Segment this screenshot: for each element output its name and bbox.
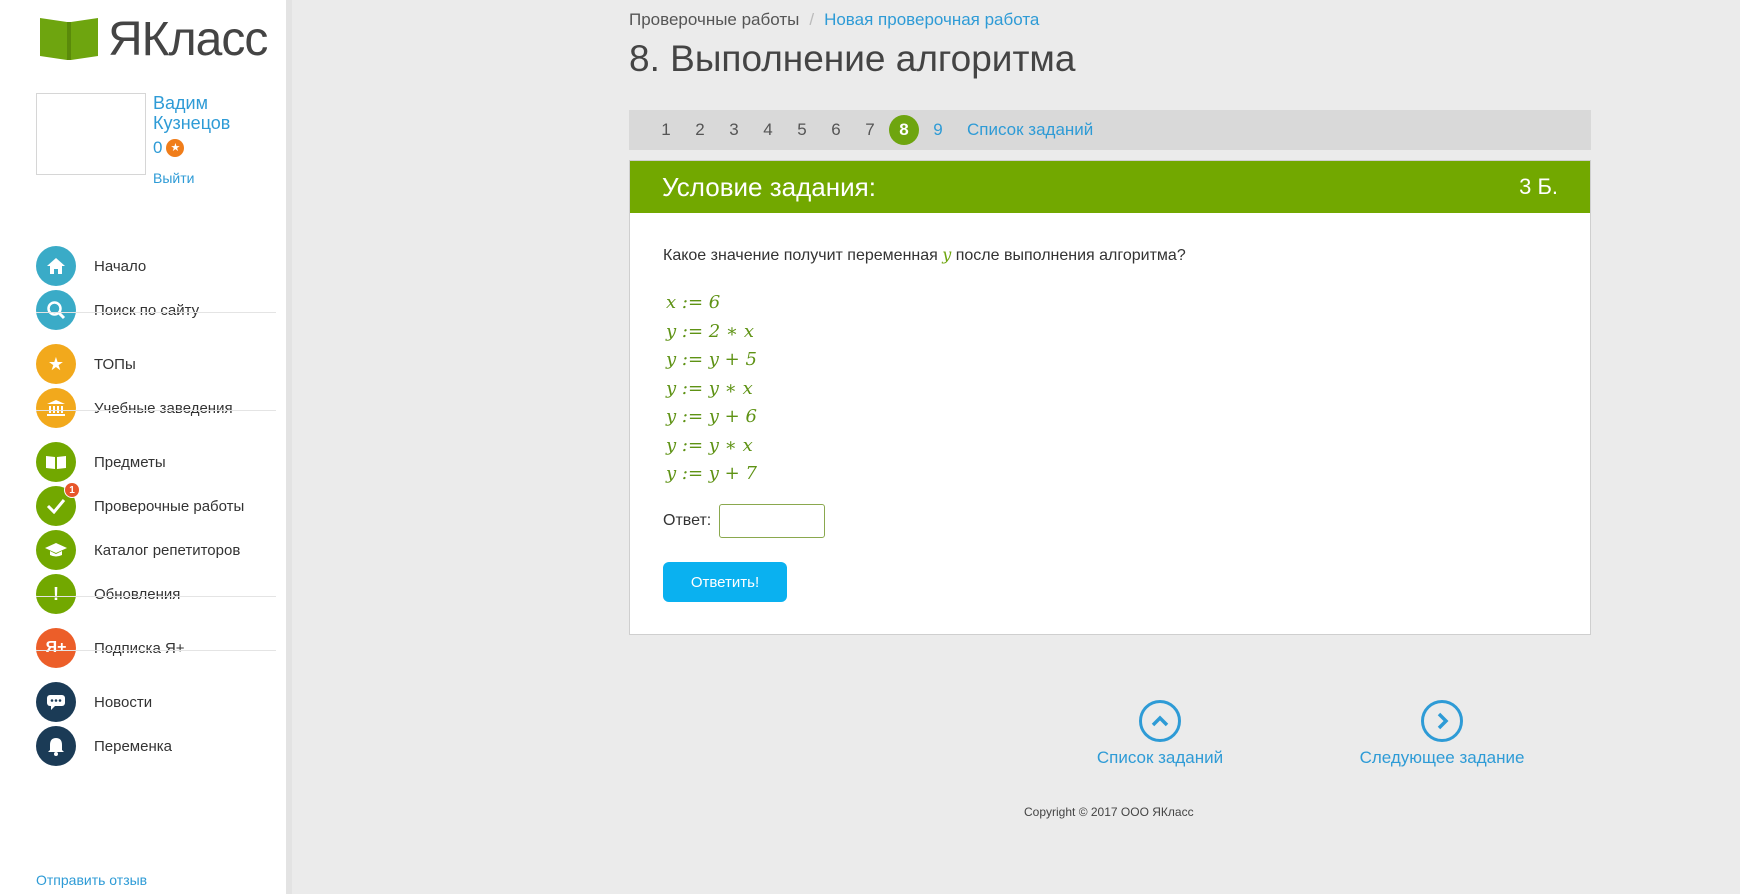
next-task-nav-label[interactable]: Следующее задание [1355,748,1529,768]
exclamation-icon: ! [36,574,76,614]
sidebar-item-label: Поиск по сайту [94,301,200,319]
submit-answer-button[interactable]: Ответить! [663,562,787,602]
code-line: y := y + 5 [666,349,757,370]
sidebar-item-label: Предметы [94,453,166,471]
sidebar-item-label: ТОПы [94,355,136,373]
institution-icon [36,388,76,428]
breadcrumb-current[interactable]: Новая проверочная работа [824,10,1039,30]
next-task-nav[interactable]: Следующее задание [1355,700,1529,768]
page-title: 8. Выполнение алгоритма [629,38,1076,79]
sidebar-item-label: Подписка Я+ [94,639,185,657]
sidebar-item-tutors[interactable]: Каталог репетиторов [36,529,276,571]
answer-input[interactable] [719,504,826,538]
chat-icon [36,682,76,722]
book-logo-icon [36,16,102,62]
search-icon [36,290,76,330]
sidebar-item-label: Проверочные работы [94,497,245,515]
home-icon [36,246,76,286]
algorithm-code: x := 6 y := 2 ∗ x y := y + 5 y := y ∗ x … [666,289,757,489]
ya-plus-icon: Я+ [36,628,76,668]
code-line: y := y ∗ x [666,377,753,399]
sidebar-item-news[interactable]: Новости [36,681,276,723]
user-points[interactable]: 0 ★ [153,138,185,158]
logo-text: ЯКласс [108,12,268,66]
breadcrumb-parent[interactable]: Проверочные работы [629,10,799,30]
graduation-cap-icon [36,530,76,570]
task-list-nav-label[interactable]: Список заданий [1080,748,1240,768]
sidebar-item-search[interactable]: Поиск по сайту [36,289,276,331]
sidebar-item-home[interactable]: Начало [36,245,276,287]
pager-item[interactable]: 1 [649,120,683,140]
task-question: Какое значение получит переменная y посл… [663,245,1186,265]
sidebar-item-label: Переменка [94,737,172,755]
sidebar-item-label: Обновления [94,585,181,603]
sidebar-item-institutions[interactable]: Учебные заведения [36,387,276,429]
sidebar-item-subjects[interactable]: Предметы [36,441,276,483]
star-icon: ★ [166,139,185,157]
chevron-right-icon [1421,700,1463,742]
sidebar-item-tests[interactable]: 1 Проверочные работы [36,482,276,527]
breadcrumb: Проверочные работы / Новая проверочная р… [629,10,1039,30]
pager-item[interactable]: 3 [717,120,751,140]
check-icon: 1 [36,482,80,526]
pager-item-current[interactable]: 8 [889,115,919,145]
answer-row: Ответ: [663,504,826,538]
book-icon [36,442,76,482]
task-pager: 1 2 3 4 5 6 7 8 9 Список заданий [629,110,1591,150]
logo[interactable]: ЯКласс [36,12,268,66]
code-line: y := y + 7 [666,463,757,484]
copyright: Copyright © 2017 ООО ЯКласс [1024,805,1194,819]
sidebar-item-tops[interactable]: ★ ТОПы [36,343,276,385]
pager-task-list-link[interactable]: Список заданий [967,120,1093,140]
answer-label: Ответ: [663,512,712,529]
code-line: y := 2 ∗ x [666,320,755,342]
question-text-after: после выполнения алгоритма? [951,247,1186,264]
question-variable: y [942,245,952,264]
code-line: x := 6 [666,292,721,313]
task-header: Условие задания: 3 Б. [630,161,1590,213]
code-line: y := y + 6 [666,406,757,427]
pager-item[interactable]: 2 [683,120,717,140]
sidebar-item-label: Новости [94,693,153,711]
user-last-name[interactable]: Кузнецов [153,113,273,133]
breadcrumb-separator: / [809,10,815,29]
task-list-nav[interactable]: Список заданий [1080,700,1240,768]
nav-divider [36,650,276,651]
sidebar-item-break[interactable]: Переменка [36,725,276,767]
logout-link[interactable]: Выйти [153,170,194,186]
sidebar-item-label: Начало [94,257,147,275]
nav-divider [36,312,276,313]
feedback-link[interactable]: Отправить отзыв [36,872,147,888]
sidebar-item-label: Учебные заведения [94,399,233,417]
pager-item[interactable]: 6 [819,120,853,140]
task-header-title: Условие задания: [662,171,876,202]
question-text-before: Какое значение получит переменная [663,247,943,264]
bell-icon [36,726,76,766]
chevron-up-icon [1139,700,1181,742]
nav-divider [36,410,276,411]
code-line: y := y ∗ x [666,434,753,456]
task-score: 3 Б. [1519,174,1558,199]
notification-badge: 1 [64,482,80,498]
pager-item[interactable]: 7 [853,120,887,140]
user-name[interactable]: Вадим Кузнецов [153,93,273,133]
star-icon: ★ [36,344,76,384]
task-card: Условие задания: 3 Б. Какое значение пол… [629,160,1591,635]
pager-item[interactable]: 4 [751,120,785,140]
nav-divider [36,596,276,597]
sidebar-item-updates[interactable]: ! Обновления [36,573,276,615]
points-value: 0 [153,138,163,157]
avatar[interactable] [36,93,146,175]
pager-item[interactable]: 9 [921,120,955,140]
sidebar-item-label: Каталог репетиторов [94,541,241,559]
sidebar-item-subscription[interactable]: Я+ Подписка Я+ [36,627,276,669]
user-first-name[interactable]: Вадим [153,93,273,113]
pager-item[interactable]: 5 [785,120,819,140]
sidebar: ЯКласс Вадим Кузнецов 0 ★ Выйти Начало П… [0,0,292,894]
